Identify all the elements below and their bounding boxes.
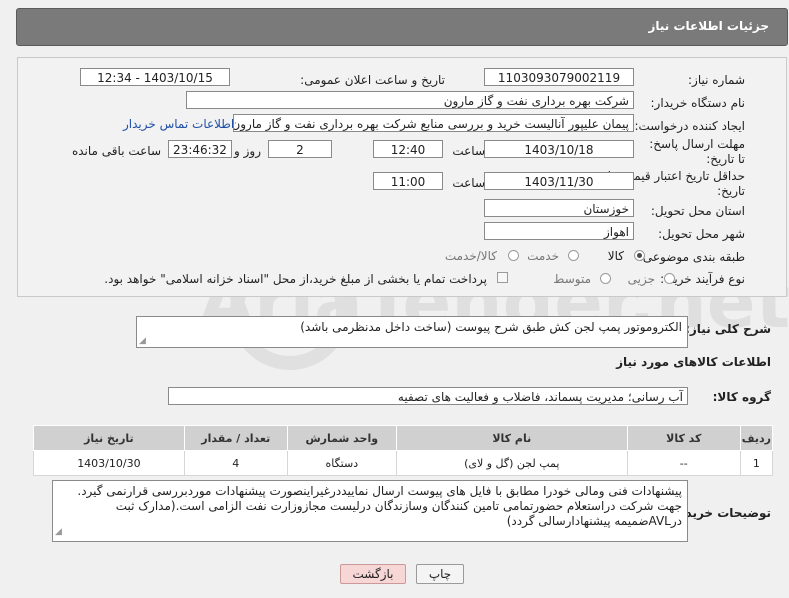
buyer-notes-line-1: پیشنهادات فنی ومالی خودرا مطابق با فایل …: [77, 484, 682, 498]
category-goods-radio[interactable]: [634, 250, 645, 261]
buyer-notes-line-3: درAVLضمیمه پیشنهادارسالی گردد): [506, 514, 682, 528]
resize-grip-icon: ◢: [55, 527, 62, 537]
announce-date-field: 1403/10/15 - 12:34: [80, 68, 230, 86]
quantity-cell: 4: [183, 450, 288, 476]
city-label: شهر محل تحویل:: [658, 227, 745, 241]
item-name-cell: پمپ لجن (گل و لای): [395, 450, 628, 476]
description-textarea[interactable]: الکتروموتور پمپ لجن کش طبق شرح پیوست (سا…: [136, 316, 688, 348]
back-button[interactable]: بازگشت: [340, 564, 406, 584]
reply-deadline-date: 1403/10/18: [484, 140, 634, 158]
col-row-number: ردیف: [739, 425, 774, 451]
purchase-minor-radio[interactable]: [664, 273, 675, 284]
price-validity-time-label: ساعت: [452, 176, 485, 190]
row-number-cell: 1: [739, 450, 774, 476]
buyer-notes-line-2: جهت شرکت دراستعلام حضورتمامی تامین کنندگ…: [115, 499, 682, 513]
requester-label: ایجاد کننده درخواست:: [634, 119, 745, 133]
category-label: طبقه بندی موضوعی:: [638, 250, 745, 264]
category-service-label: خدمت: [527, 249, 559, 263]
col-unit: واحد شمارش: [286, 425, 397, 451]
announce-date-label: تاریخ و ساعت اعلان عمومی:: [300, 73, 445, 87]
col-item-code: کد کالا: [626, 425, 741, 451]
buyer-org-field: شرکت بهره برداری نفت و گاز مارون: [186, 91, 634, 109]
category-service-radio[interactable]: [568, 250, 579, 261]
reply-days-label: روز و: [234, 144, 261, 158]
unit-cell: دستگاه: [286, 450, 397, 476]
reply-time-label: ساعت: [452, 144, 485, 158]
item-code-cell: --: [626, 450, 741, 476]
category-goods-label: کالا: [607, 249, 624, 263]
print-button[interactable]: چاپ: [416, 564, 464, 584]
city-field: اهواز: [484, 222, 634, 240]
page-title: جزئیات اطلاعات نیاز: [648, 19, 769, 33]
category-goods-service-radio[interactable]: [508, 250, 519, 261]
price-validity-time: 11:00: [373, 172, 443, 190]
remaining-time-label: ساعت باقی مانده: [71, 144, 161, 158]
resize-grip-icon: ◢: [139, 336, 146, 346]
goods-group-label: گروه کالا:: [712, 390, 771, 404]
buyer-contact-link[interactable]: اطلاعات تماس خریدار: [123, 117, 234, 131]
description-label: شرح کلی نیاز:: [685, 322, 771, 336]
items-table: ردیف کد کالا نام کالا واحد شمارش تعداد /…: [33, 425, 774, 476]
col-item-name: نام کالا: [395, 425, 628, 451]
reply-deadline-time: 12:40: [373, 140, 443, 158]
reply-days-field: 2: [268, 140, 332, 158]
goods-group-field: آب رسانی؛ مدیریت پسماند، فاضلاب و فعالیت…: [168, 387, 688, 405]
table-row: 1 -- پمپ لجن (گل و لای) دستگاه 4 1403/10…: [33, 450, 774, 476]
col-quantity: تعداد / مقدار: [183, 425, 288, 451]
treasury-payment-note: پرداخت تمام یا بخشی از مبلغ خرید،از محل …: [104, 272, 487, 286]
price-validity-date: 1403/11/30: [484, 172, 634, 190]
buyer-notes-textarea[interactable]: پیشنهادات فنی ومالی خودرا مطابق با فایل …: [52, 480, 688, 542]
items-table-header: ردیف کد کالا نام کالا واحد شمارش تعداد /…: [33, 425, 774, 451]
requester-field: پیمان علیپور آنالیست خرید و بررسی منابع …: [233, 114, 634, 132]
goods-section-title: اطلاعات کالاهای مورد نیاز: [616, 355, 771, 369]
need-number-label: شماره نیاز:: [688, 73, 745, 87]
province-field: خوزستان: [484, 199, 634, 217]
description-text: الکتروموتور پمپ لجن کش طبق شرح پیوست (سا…: [300, 320, 682, 334]
buyer-org-label: نام دستگاه خریدار:: [650, 96, 746, 110]
need-date-cell: 1403/10/30: [33, 450, 185, 476]
page-header: جزئیات اطلاعات نیاز: [16, 8, 788, 46]
purchase-minor-label: جزیی: [627, 272, 655, 286]
treasury-payment-checkbox[interactable]: [497, 272, 508, 283]
purchase-medium-label: متوسط: [553, 272, 591, 286]
need-number-field: 1103093079002119: [484, 68, 634, 86]
category-goods-service-label: کالا/خدمت: [444, 249, 497, 263]
province-label: استان محل تحویل:: [650, 204, 745, 218]
reply-deadline-label: مهلت ارسال پاسخ: تا تاریخ:: [649, 137, 745, 166]
col-need-date: تاریخ نیاز: [33, 425, 185, 451]
remaining-time-field: 23:46:32: [168, 140, 232, 158]
purchase-medium-radio[interactable]: [600, 273, 611, 284]
